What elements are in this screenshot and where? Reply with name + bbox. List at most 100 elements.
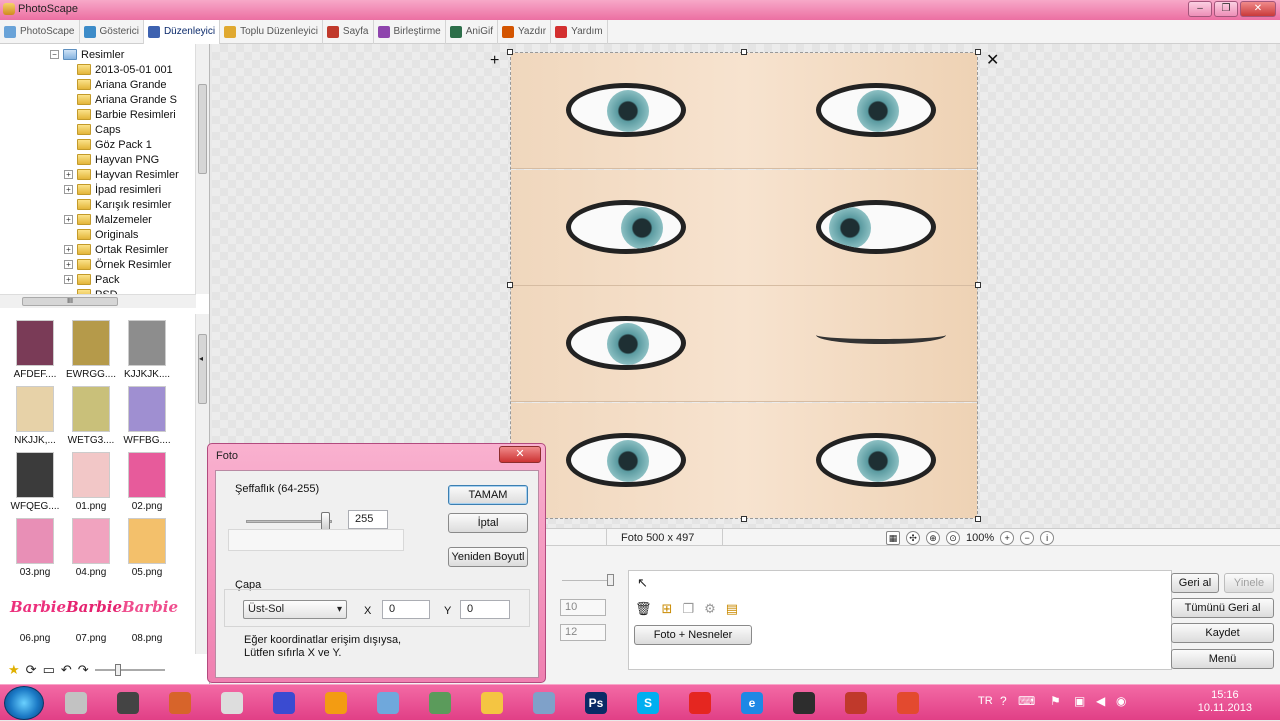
tab-viewer[interactable]: Gösterici xyxy=(80,19,144,44)
folder-open-icon[interactable]: ▭ xyxy=(43,662,55,678)
thumbnail-item[interactable]: Barbie 07.png xyxy=(62,584,122,650)
tree-folder-item[interactable]: Hayvan PNG xyxy=(64,152,159,167)
zoom-in-icon[interactable]: + xyxy=(1000,531,1015,545)
ok-button[interactable]: TAMAM xyxy=(448,485,528,505)
expand-icon[interactable]: + xyxy=(64,275,73,284)
keyboard-tray-icon[interactable]: ⌨ xyxy=(1018,694,1035,708)
tree-folder-item[interactable]: Caps xyxy=(64,122,121,137)
update-tray-icon[interactable]: ◉ xyxy=(1116,694,1126,708)
scroll-thumb[interactable] xyxy=(198,84,207,174)
panel-slider-thumb[interactable] xyxy=(607,574,614,586)
tree-folder-item[interactable]: Göz Pack 1 xyxy=(64,137,152,152)
zoom-out-icon[interactable]: − xyxy=(1020,531,1035,545)
network-tray-icon[interactable]: ▣ xyxy=(1074,694,1085,708)
resize-handle[interactable] xyxy=(741,516,747,522)
expand-icon[interactable]: + xyxy=(64,215,73,224)
thumbnail-item[interactable]: WFQEG.... xyxy=(6,452,64,518)
resize-handle[interactable] xyxy=(975,282,981,288)
forward-arrow-icon[interactable]: ↷ xyxy=(78,662,89,678)
start-button[interactable] xyxy=(4,686,44,720)
minimize-button[interactable]: – xyxy=(1188,1,1212,17)
star-icon[interactable]: ★ xyxy=(8,662,20,678)
thumbnail-item[interactable]: AFDEF.... xyxy=(6,320,64,386)
collapse-pane-arrow-icon[interactable]: ◂ xyxy=(199,354,203,363)
thumbnail-size-slider[interactable] xyxy=(94,664,165,676)
x-field[interactable]: 0 xyxy=(382,600,430,619)
thumbnail-item[interactable]: 05.png xyxy=(118,518,176,584)
refresh-icon[interactable]: ⟳ xyxy=(26,662,37,678)
thumbnail-item[interactable]: 03.png xyxy=(6,518,64,584)
add-object-icon[interactable]: ⊞ xyxy=(662,601,673,617)
redo-button[interactable]: Yinele xyxy=(1224,573,1274,593)
tree-folder-item[interactable]: 2013-05-01 001 xyxy=(64,62,173,77)
tree-folder-item[interactable]: + Hayvan Resimler xyxy=(64,167,179,182)
resize-handle[interactable] xyxy=(975,49,981,55)
paint-app-icon[interactable] xyxy=(58,689,94,717)
tree-folder-item[interactable]: Barbie Resimleri xyxy=(64,107,176,122)
close-window-button[interactable]: ✕ xyxy=(1240,1,1276,17)
thumbnail-item[interactable]: WETG3.... xyxy=(62,386,120,452)
close-photo-icon[interactable]: ✕ xyxy=(986,50,999,70)
tab-batch-editor[interactable]: Toplu Düzenleyici xyxy=(220,19,323,44)
menu-button[interactable]: Menü xyxy=(1171,649,1274,669)
resize-handle[interactable] xyxy=(741,49,747,55)
delete-icon[interactable]: 🗑 xyxy=(635,601,652,617)
expand-icon[interactable]: + xyxy=(64,260,73,269)
thumbnail-item[interactable]: KJJKJK.... xyxy=(118,320,176,386)
copy-object-icon[interactable]: ❐ xyxy=(682,601,694,617)
resize-button[interactable]: Yeniden Boyutl xyxy=(448,547,528,567)
fit-icon[interactable]: ✣ xyxy=(906,531,920,545)
thumbnail-item[interactable]: 02.png xyxy=(118,452,176,518)
paint-palette-app-icon[interactable] xyxy=(526,689,562,717)
transparent-grid-icon[interactable]: ▦ xyxy=(886,531,900,545)
photo-object[interactable] xyxy=(510,52,978,519)
resize-handle[interactable] xyxy=(975,516,981,522)
chrome-app-icon[interactable] xyxy=(890,689,926,717)
tree-folder-item[interactable]: + Malzemeler xyxy=(64,212,152,227)
player-app-icon[interactable] xyxy=(318,689,354,717)
volume-tray-icon[interactable]: ◀ xyxy=(1096,694,1105,708)
tab-combine[interactable]: Birleştirme xyxy=(374,19,446,44)
pen-app-icon[interactable] xyxy=(370,689,406,717)
back-arrow-icon[interactable]: ↶ xyxy=(61,662,72,678)
thumbnail-item[interactable]: Barbie 08.png xyxy=(118,584,178,650)
tab-print[interactable]: Yazdır xyxy=(498,19,552,44)
anchor-select[interactable]: Üst-Sol xyxy=(243,600,347,619)
collapse-icon[interactable]: − xyxy=(50,50,59,59)
expand-icon[interactable]: + xyxy=(64,185,73,194)
tab-help[interactable]: Yardım xyxy=(551,19,608,44)
thumbnail-item[interactable]: 01.png xyxy=(62,452,120,518)
tree-folder-item[interactable]: + İpad resimleri xyxy=(64,182,161,197)
undo-all-button[interactable]: Tümünü Geri al xyxy=(1171,598,1274,618)
photo-objects-button[interactable]: Foto + Nesneler xyxy=(634,625,752,645)
tab-anigif[interactable]: AniGif xyxy=(446,19,498,44)
ie-app-icon[interactable]: e xyxy=(734,689,770,717)
hscroll-thumb[interactable]: III xyxy=(22,297,118,306)
expand-icon[interactable]: + xyxy=(64,170,73,179)
tree-folder-item[interactable]: Karışık resimler xyxy=(64,197,171,212)
zoom-fit-icon[interactable]: ⊕ xyxy=(926,531,940,545)
cancel-button[interactable]: İptal xyxy=(448,513,528,533)
y-field[interactable]: 0 xyxy=(460,600,510,619)
resize-handle[interactable] xyxy=(507,282,513,288)
photoshop-app-icon[interactable]: Ps xyxy=(578,689,614,717)
zoom-actual-icon[interactable]: ⊙ xyxy=(946,531,960,545)
film-app-icon[interactable] xyxy=(786,689,822,717)
thumbnail-item[interactable]: WFFBG.... xyxy=(118,386,176,452)
tree-folder-item[interactable]: + Pack xyxy=(64,272,119,287)
properties-icon[interactable]: ▤ xyxy=(726,601,738,617)
thumbnail-item[interactable]: NKJJK,... xyxy=(6,386,64,452)
folder-app-icon[interactable] xyxy=(474,689,510,717)
undo-button[interactable]: Geri al xyxy=(1171,573,1219,593)
tab-photoscape[interactable]: PhotoScape xyxy=(0,19,80,44)
editor-app-icon[interactable] xyxy=(162,689,198,717)
lyrics-app-icon[interactable] xyxy=(838,689,874,717)
tab-editor[interactable]: Düzenleyici xyxy=(143,19,221,44)
tab-page[interactable]: Sayfa xyxy=(323,19,374,44)
tree-folder-item[interactable]: Ariana Grande S xyxy=(64,92,177,107)
media-app-icon[interactable] xyxy=(110,689,146,717)
save-button[interactable]: Kaydet xyxy=(1171,623,1274,643)
number-spinner-1[interactable]: 10 xyxy=(560,599,606,616)
tree-folder-item[interactable]: + Örnek Resimler xyxy=(64,257,171,272)
photoscape-app-icon[interactable] xyxy=(214,689,250,717)
